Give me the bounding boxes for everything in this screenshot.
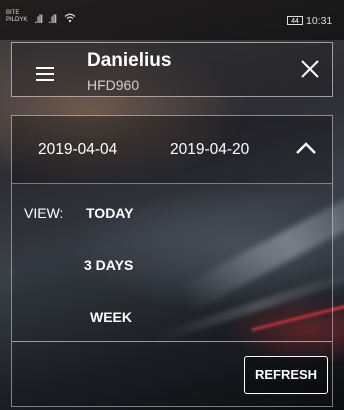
refresh-button[interactable]: REFRESH — [244, 356, 328, 394]
divider — [12, 341, 332, 342]
carrier-line2: PILDYK — [6, 17, 28, 23]
vehicle-plate: HFD960 — [87, 77, 140, 93]
view-option-3-days[interactable]: 3 DAYS — [84, 257, 133, 273]
status-bar: BITE PILDYK .ıll .ıll 44 10:31 — [0, 0, 344, 40]
wifi-icon — [64, 13, 76, 26]
user-name: Danielius — [87, 50, 172, 71]
close-icon[interactable] — [298, 57, 322, 81]
view-option-today[interactable]: TODAY — [86, 205, 133, 221]
clock: 10:31 — [306, 15, 333, 27]
view-option-week[interactable]: WEEK — [90, 309, 132, 325]
signal-icon: .ıll — [48, 12, 57, 26]
battery-level: 44 — [291, 18, 299, 25]
filter-panel: 2019-04-04 2019-04-20 VIEW: TODAY 3 DAYS… — [11, 115, 333, 407]
battery-icon: 44 — [287, 16, 303, 25]
end-date[interactable]: 2019-04-20 — [170, 141, 249, 159]
signal-icon: .ıll — [34, 12, 43, 26]
start-date[interactable]: 2019-04-04 — [38, 141, 117, 159]
view-label: VIEW: — [24, 205, 64, 221]
chevron-up-icon[interactable] — [294, 141, 318, 155]
date-range-bar: 2019-04-04 2019-04-20 — [12, 116, 332, 184]
carrier-line1: BITE — [6, 10, 20, 16]
hamburger-menu-icon[interactable] — [36, 67, 54, 85]
app-header: Danielius HFD960 — [11, 42, 333, 97]
carrier-name: BITE PILDYK — [6, 10, 27, 24]
